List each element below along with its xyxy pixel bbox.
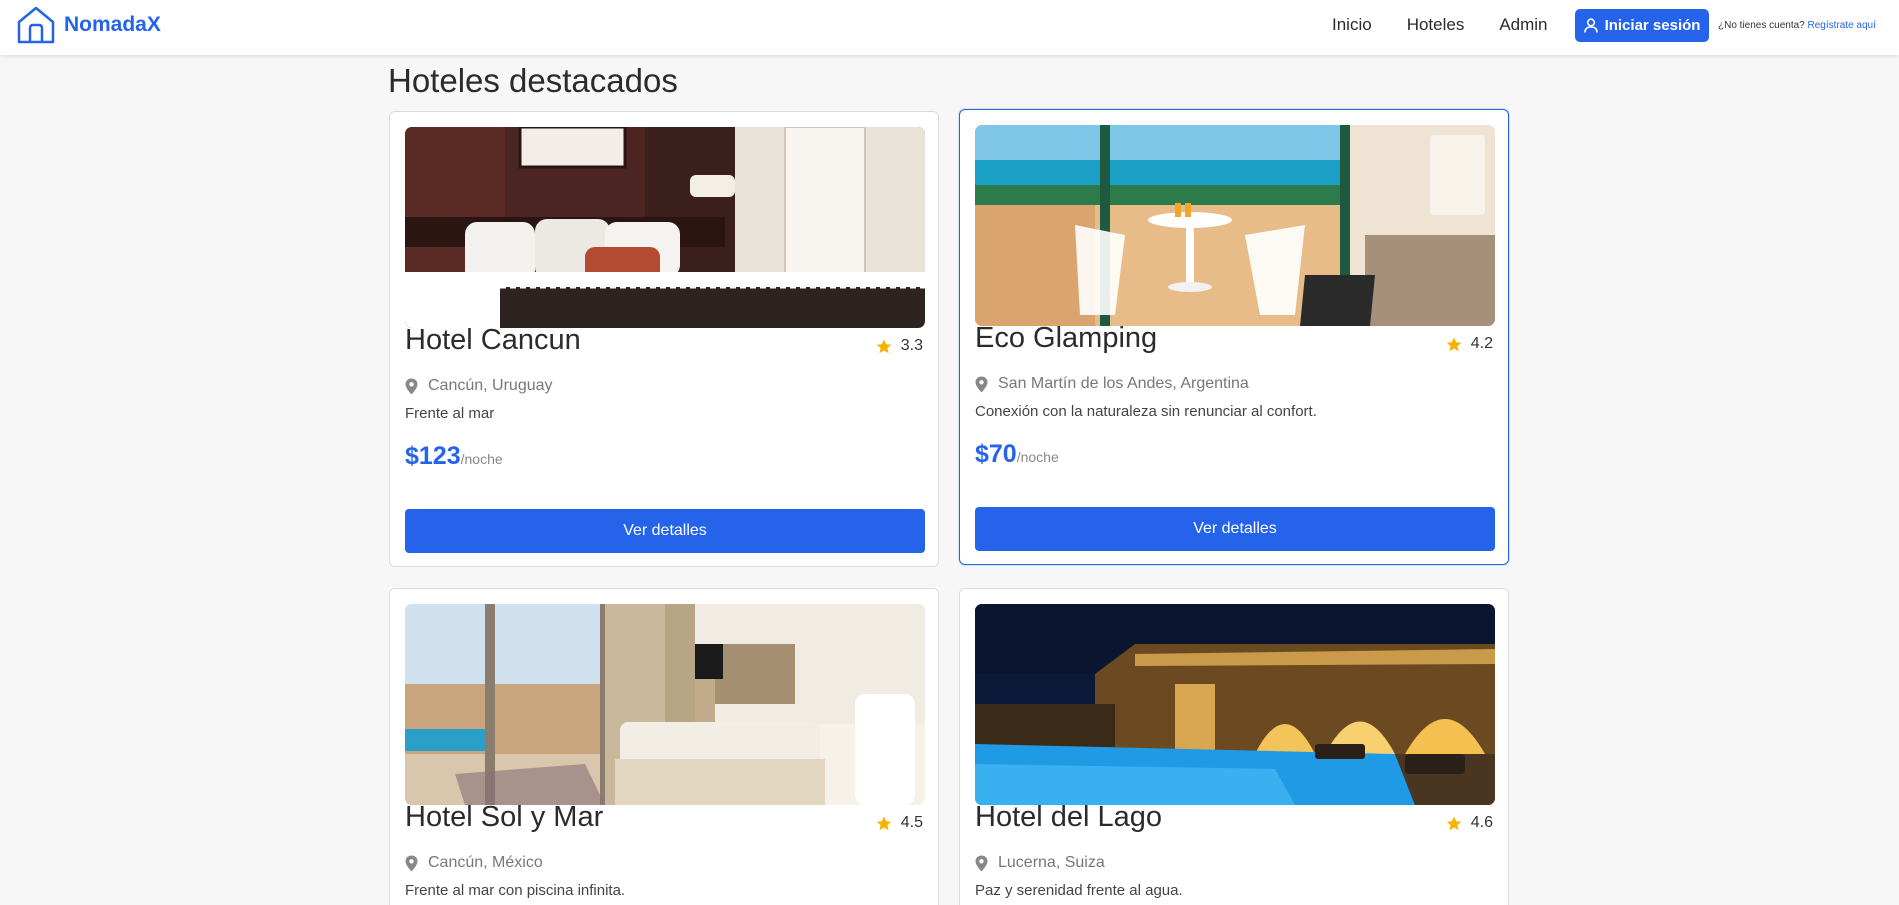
hotel-description: Frente al mar bbox=[405, 405, 495, 422]
hotel-location: San Martín de los Andes, Argentina bbox=[975, 375, 1249, 393]
hotel-rating: 4.2 bbox=[1446, 335, 1493, 353]
star-icon bbox=[876, 339, 892, 353]
hotel-card: Hotel Cancun 3.3 Cancún, Uruguay Frente … bbox=[389, 111, 939, 567]
price-amount: $123 bbox=[405, 442, 461, 470]
hotel-location: Cancún, Uruguay bbox=[405, 377, 553, 395]
house-icon bbox=[17, 6, 55, 44]
brand-logo[interactable]: NomadaX bbox=[16, 6, 161, 44]
map-pin-icon bbox=[405, 378, 418, 394]
view-details-button[interactable]: Ver detalles bbox=[975, 507, 1495, 551]
hotel-name: Hotel Sol y Mar bbox=[405, 801, 604, 833]
map-pin-icon bbox=[405, 855, 418, 871]
hotel-name: Hotel del Lago bbox=[975, 801, 1163, 833]
login-label: Iniciar sesión bbox=[1604, 17, 1701, 34]
signup-prompt-text: ¿No tienes cuenta? bbox=[1718, 20, 1805, 31]
hotel-name: Eco Glamping bbox=[975, 322, 1158, 354]
brand-name: NomadaX bbox=[64, 13, 161, 36]
hotel-location: Lucerna, Suiza bbox=[975, 854, 1105, 872]
location-text: Cancún, Uruguay bbox=[428, 377, 553, 394]
hotel-card: Hotel Sol y Mar 4.5 Cancún, México Frent… bbox=[389, 588, 939, 905]
hotel-location: Cancún, México bbox=[405, 854, 543, 872]
hotel-image bbox=[405, 604, 925, 805]
hotel-description: Paz y serenidad frente al agua. bbox=[975, 882, 1183, 899]
rating-value: 3.3 bbox=[900, 337, 923, 354]
user-icon bbox=[1583, 18, 1598, 33]
price-amount: $70 bbox=[975, 440, 1017, 468]
hotel-image bbox=[405, 127, 925, 328]
nav-link-hoteles[interactable]: Hoteles bbox=[1407, 15, 1465, 35]
hotel-price: $123/noche bbox=[405, 442, 503, 471]
hotel-card: Hotel del Lago 4.6 Lucerna, Suiza Paz y … bbox=[959, 588, 1509, 905]
view-details-button[interactable]: Ver detalles bbox=[405, 509, 925, 553]
hotel-name: Hotel Cancun bbox=[405, 324, 581, 356]
hotel-rating: 4.6 bbox=[1446, 814, 1493, 832]
hotel-card: Eco Glamping 4.2 San Martín de los Andes… bbox=[959, 109, 1509, 565]
hotel-rating: 4.5 bbox=[876, 814, 923, 832]
nav-link-admin[interactable]: Admin bbox=[1499, 15, 1547, 35]
hotel-image bbox=[975, 604, 1495, 805]
price-unit: /noche bbox=[1016, 449, 1059, 465]
star-icon bbox=[1446, 816, 1462, 830]
rating-value: 4.2 bbox=[1470, 335, 1493, 352]
location-text: Lucerna, Suiza bbox=[998, 854, 1105, 871]
price-unit: /noche bbox=[460, 451, 503, 467]
star-icon bbox=[1446, 337, 1462, 351]
star-icon bbox=[876, 816, 892, 830]
top-navbar: NomadaX Inicio Hoteles Admin Iniciar ses… bbox=[0, 0, 1899, 55]
rating-value: 4.6 bbox=[1470, 814, 1493, 831]
location-text: Cancún, México bbox=[428, 854, 543, 871]
hotel-description: Frente al mar con piscina infinita. bbox=[405, 882, 626, 899]
hotel-price: $70/noche bbox=[975, 440, 1059, 469]
hotel-description: Conexión con la naturaleza sin renunciar… bbox=[975, 403, 1317, 420]
hotel-image bbox=[975, 125, 1495, 326]
map-pin-icon bbox=[975, 855, 988, 871]
signup-prompt: ¿No tienes cuenta? Regístrate aquí bbox=[1718, 20, 1876, 31]
location-text: San Martín de los Andes, Argentina bbox=[998, 375, 1249, 392]
page-title: Hoteles destacados bbox=[388, 62, 678, 99]
nav-links: Inicio Hoteles Admin bbox=[1332, 0, 1583, 50]
login-button[interactable]: Iniciar sesión bbox=[1575, 9, 1709, 42]
signup-link[interactable]: Regístrate aquí bbox=[1808, 20, 1876, 31]
map-pin-icon bbox=[975, 376, 988, 392]
hotel-rating: 3.3 bbox=[876, 337, 923, 355]
nav-link-inicio[interactable]: Inicio bbox=[1332, 15, 1372, 35]
rating-value: 4.5 bbox=[900, 814, 923, 831]
